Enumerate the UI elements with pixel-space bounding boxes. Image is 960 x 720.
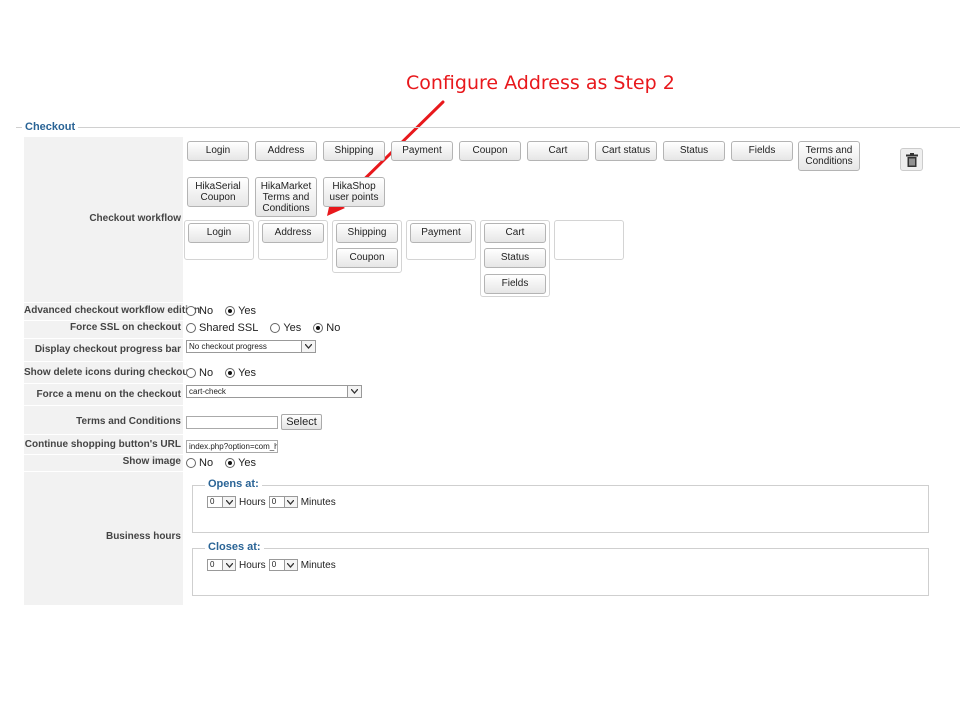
advanced-workflow-label: Advanced checkout workflow edition xyxy=(24,305,201,316)
opens-at-fieldset xyxy=(192,485,929,533)
available-step-payment[interactable]: Payment xyxy=(391,141,453,161)
delete-icons-yes-radio[interactable] xyxy=(225,368,236,378)
step5-cart-button[interactable]: Cart xyxy=(484,223,546,243)
closes-at-time: 0 Hours 0 Minutes xyxy=(207,559,336,571)
available-step-address[interactable]: Address xyxy=(255,141,317,161)
available-step-cart-status[interactable]: Cart status xyxy=(595,141,657,161)
step5-fields-button[interactable]: Fields xyxy=(484,274,546,294)
advanced-yes-radio[interactable] xyxy=(225,306,236,316)
opens-at-time: 0 Hours 0 Minutes xyxy=(207,496,336,508)
force-ssl-label: Force SSL on checkout xyxy=(70,322,181,333)
checkout-workflow-label: Checkout workflow xyxy=(89,213,181,224)
ssl-no-radio[interactable] xyxy=(313,323,324,333)
show-image-no-radio[interactable] xyxy=(186,458,196,468)
show-image-label: Show image xyxy=(122,456,181,467)
continue-url-label: Continue shopping button's URL xyxy=(24,439,181,450)
force-menu-select[interactable]: cart-check xyxy=(186,385,362,398)
business-hours-label: Business hours xyxy=(105,531,181,542)
available-step-shipping[interactable]: Shipping xyxy=(323,141,385,161)
step4-payment-button[interactable]: Payment xyxy=(410,223,472,243)
closes-at-fieldset xyxy=(192,548,929,596)
chevron-down-icon xyxy=(283,560,297,570)
chevron-down-icon xyxy=(283,497,297,507)
close-hour-select[interactable]: 0 xyxy=(207,559,236,571)
available-step-hikashop-points[interactable]: HikaShop user points xyxy=(323,177,385,207)
terms-select-button[interactable]: Select xyxy=(281,414,322,430)
step1-login-button[interactable]: Login xyxy=(188,223,250,243)
show-image-yes-radio[interactable] xyxy=(225,458,236,468)
open-hour-select[interactable]: 0 xyxy=(207,496,236,508)
closes-at-label: Closes at: xyxy=(205,541,264,553)
available-step-terms[interactable]: Terms and Conditions xyxy=(798,141,860,171)
progress-bar-select[interactable]: No checkout progress xyxy=(186,340,316,353)
step2-address-button[interactable]: Address xyxy=(262,223,324,243)
delete-icons-field: No Yes xyxy=(186,367,256,379)
continue-url-input[interactable]: index.php?option=com_h xyxy=(186,440,278,453)
trash-icon[interactable] xyxy=(900,148,923,171)
close-minute-select[interactable]: 0 xyxy=(268,559,298,571)
available-step-hikamarket-terms[interactable]: HikaMarket Terms and Conditions xyxy=(255,177,317,217)
open-minute-select[interactable]: 0 xyxy=(268,496,298,508)
chevron-down-icon xyxy=(222,497,235,507)
step3-shipping-button[interactable]: Shipping xyxy=(336,223,398,243)
advanced-workflow-field: No Yes xyxy=(186,305,256,317)
available-step-login[interactable]: Login xyxy=(187,141,249,161)
opens-at-label: Opens at: xyxy=(205,478,262,490)
force-menu-label: Force a menu on the checkout xyxy=(36,389,181,400)
workflow-step-empty[interactable] xyxy=(554,220,624,260)
step5-status-button[interactable]: Status xyxy=(484,248,546,268)
annotation-text: Configure Address as Step 2 xyxy=(406,72,675,94)
checkout-fieldset-border xyxy=(16,127,960,128)
delete-icons-no-radio[interactable] xyxy=(186,368,196,378)
terms-input[interactable] xyxy=(186,416,278,429)
delete-icons-label: Show delete icons during checkout xyxy=(24,367,192,378)
progress-bar-label: Display checkout progress bar xyxy=(34,344,181,355)
terms-label: Terms and Conditions xyxy=(76,416,181,427)
available-step-fields[interactable]: Fields xyxy=(731,141,793,161)
force-ssl-field: Shared SSL Yes No xyxy=(186,322,340,334)
available-step-hikaserial-coupon[interactable]: HikaSerial Coupon xyxy=(187,177,249,207)
advanced-no-radio[interactable] xyxy=(186,306,196,316)
available-step-coupon[interactable]: Coupon xyxy=(459,141,521,161)
checkout-section-title: Checkout xyxy=(22,121,79,133)
show-image-field: No Yes xyxy=(186,457,256,469)
available-step-cart[interactable]: Cart xyxy=(527,141,589,161)
chevron-down-icon xyxy=(222,560,235,570)
chevron-down-icon xyxy=(301,341,315,352)
chevron-down-icon xyxy=(347,386,361,397)
ssl-shared-radio[interactable] xyxy=(186,323,196,333)
available-step-status[interactable]: Status xyxy=(663,141,725,161)
step3-coupon-button[interactable]: Coupon xyxy=(336,248,398,268)
ssl-yes-radio[interactable] xyxy=(270,323,281,333)
